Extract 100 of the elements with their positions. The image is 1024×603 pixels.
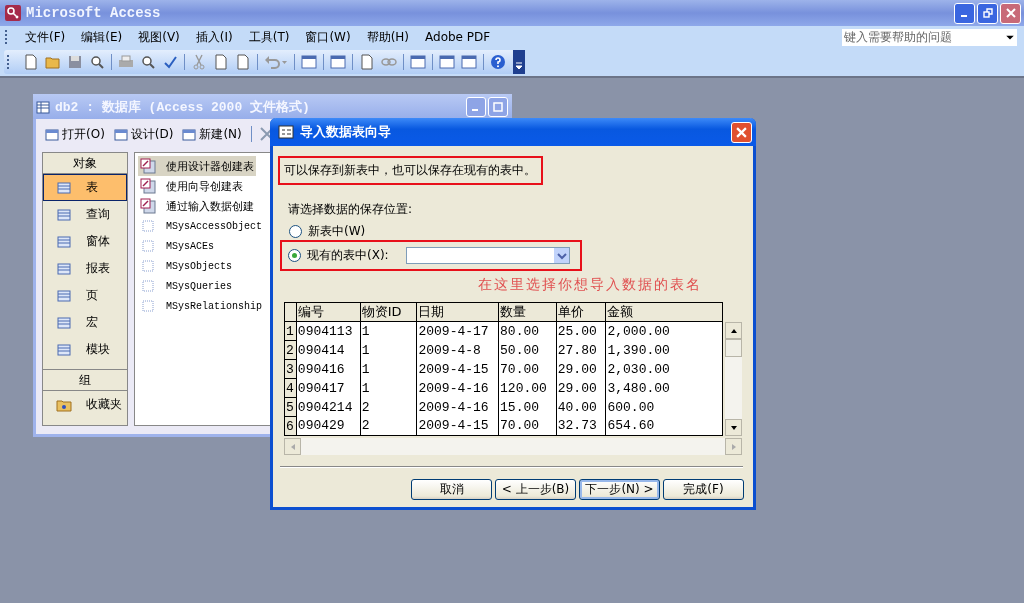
table-cell: 27.80 — [556, 340, 606, 360]
close-icon[interactable] — [736, 126, 747, 138]
object-item[interactable]: 查询 — [43, 201, 127, 228]
restore-icon[interactable] — [982, 8, 993, 18]
window-icon[interactable] — [439, 54, 455, 70]
menu-item[interactable]: 编辑(E) — [74, 28, 130, 46]
table-cell: 0904113 — [296, 321, 361, 341]
list-item[interactable]: MSysRelationship — [138, 296, 264, 316]
document-icon[interactable] — [359, 54, 375, 70]
right-arrow-icon[interactable] — [729, 442, 738, 451]
table-cell: 654.60 — [605, 416, 723, 436]
horizontal-scrollbar[interactable] — [284, 438, 742, 455]
grid-icon[interactable] — [56, 179, 72, 196]
folder-icon[interactable] — [45, 54, 61, 70]
object-item[interactable]: 窗体 — [43, 228, 127, 255]
wizard-button[interactable]: 下一步(N) > — [579, 479, 660, 500]
scissors-icon[interactable] — [191, 54, 207, 70]
close-button[interactable] — [1000, 2, 1021, 24]
grid-icon[interactable] — [56, 260, 72, 277]
window-icon[interactable] — [112, 126, 129, 142]
wizard-button[interactable]: 完成(F) — [663, 479, 744, 500]
toolbar-button[interactable]: 打开(O) — [42, 125, 107, 143]
window-icon[interactable] — [181, 126, 198, 142]
table-cell: 40.00 — [556, 397, 606, 417]
document-icon[interactable] — [213, 54, 229, 70]
toolbar-button[interactable]: 新建(N) — [179, 125, 244, 143]
list-item[interactable]: MSysAccessObject — [138, 216, 264, 236]
prompt-text: 请选择数据的保存位置: — [288, 201, 414, 218]
shortcut-icon[interactable] — [140, 158, 156, 174]
radio-button[interactable] — [288, 249, 301, 262]
database-icon — [35, 98, 51, 115]
section-header: 组 — [43, 369, 127, 391]
object-item[interactable]: 表 — [43, 174, 127, 201]
list-item[interactable]: 使用向导创建表 — [138, 176, 245, 196]
minimize-button[interactable] — [954, 2, 975, 24]
table-cell: 70.00 — [498, 416, 557, 436]
checkmark-icon[interactable] — [162, 54, 178, 70]
magnifier-icon[interactable] — [89, 54, 105, 70]
document-icon[interactable] — [23, 54, 39, 70]
radio-label[interactable]: 现有的表中(X): — [307, 247, 389, 264]
magnifier-icon[interactable] — [140, 54, 156, 70]
undo-icon[interactable] — [264, 54, 288, 70]
window-icon[interactable] — [301, 54, 317, 70]
grid-icon[interactable] — [56, 206, 72, 223]
window-icon[interactable] — [44, 126, 60, 142]
column-header: 单价 — [556, 302, 606, 322]
restore-button[interactable] — [977, 2, 998, 24]
menu-item[interactable]: 文件(F) — [18, 28, 73, 46]
table-dropdown[interactable] — [406, 247, 570, 264]
list-item[interactable]: 通过输入数据创建 — [138, 196, 256, 216]
table-cell: 32.73 — [556, 416, 606, 436]
help-search-field[interactable]: 键入需要帮助的问题 — [841, 27, 1018, 47]
table-cell: 2009-4-16 — [416, 378, 499, 398]
grid-icon[interactable] — [56, 314, 72, 331]
document-icon[interactable] — [235, 54, 251, 70]
menu-item[interactable]: 窗口(W) — [298, 28, 358, 46]
object-item[interactable]: 宏 — [43, 309, 127, 336]
printer-icon[interactable] — [118, 54, 134, 70]
window-icon[interactable] — [461, 54, 477, 70]
object-item[interactable]: 模块 — [43, 336, 127, 363]
table-cell: 090417 — [296, 378, 361, 398]
object-item[interactable]: 报表 — [43, 255, 127, 282]
menu-item[interactable]: 视图(V) — [131, 28, 187, 46]
menu-item[interactable]: 插入(I) — [188, 28, 240, 46]
toolbar-options-icon[interactable] — [513, 50, 525, 74]
radio-label[interactable]: 新表中(W) — [308, 222, 366, 240]
menu-item[interactable]: 帮助(H) — [359, 28, 417, 46]
table-cell: 50.00 — [498, 340, 557, 360]
shortcut-icon[interactable] — [140, 198, 156, 214]
object-item[interactable]: 页 — [43, 282, 127, 309]
window-icon[interactable] — [330, 54, 346, 70]
vertical-scrollbar[interactable] — [725, 322, 742, 436]
column-header: 数量 — [498, 302, 557, 322]
table-cell: 3,480.00 — [605, 378, 723, 398]
radio-button[interactable] — [289, 224, 302, 238]
form-icon — [278, 124, 294, 140]
help-icon[interactable] — [490, 54, 506, 70]
list-item[interactable]: MSysACEs — [138, 236, 216, 256]
list-item[interactable]: 使用设计器创建表 — [138, 156, 256, 176]
grid-icon[interactable] — [56, 341, 72, 358]
wizard-button[interactable]: < 上一步(B) — [495, 479, 576, 500]
scrollbar-thumb[interactable] — [725, 339, 742, 357]
grid-icon[interactable] — [56, 233, 72, 250]
list-item[interactable]: MSysQueries — [138, 276, 234, 296]
table-cell: 2 — [360, 397, 417, 417]
close-icon[interactable] — [1005, 8, 1016, 18]
grid-icon[interactable] — [56, 287, 72, 304]
toolbar-button[interactable]: 设计(D) — [110, 125, 176, 143]
table-cell: 2009-4-16 — [416, 397, 499, 417]
window-icon[interactable] — [410, 54, 426, 70]
shortcut-icon[interactable] — [140, 178, 156, 194]
table-cell: 0904214 — [296, 397, 361, 417]
list-item[interactable]: MSysObjects — [138, 256, 234, 276]
down-arrow-icon[interactable] — [729, 423, 738, 432]
menu-item[interactable]: 工具(T) — [241, 28, 297, 46]
group-item[interactable]: 收藏夹 — [43, 391, 127, 418]
close-button[interactable] — [731, 121, 752, 143]
wizard-button[interactable]: 取消 — [411, 479, 492, 500]
menu-item[interactable]: Adobe PDF — [418, 30, 498, 44]
table-cell: 2,030.00 — [605, 359, 723, 379]
